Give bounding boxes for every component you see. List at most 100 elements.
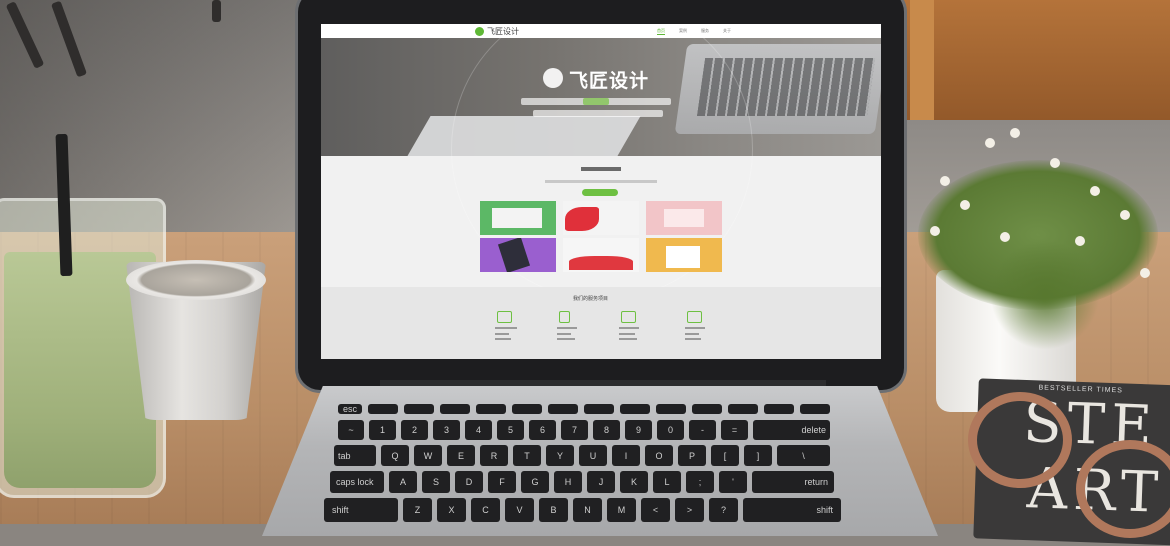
key-8[interactable]: 8 (593, 420, 620, 440)
key-z[interactable]: Z (403, 498, 432, 522)
key[interactable] (440, 404, 470, 414)
key-k[interactable]: K (620, 471, 648, 493)
case-tile[interactable] (563, 201, 639, 235)
key[interactable] (620, 404, 650, 414)
key[interactable] (728, 404, 758, 414)
hero-banner: 飞匠设计 ● ● (321, 24, 881, 300)
key-y[interactable]: Y (546, 445, 574, 466)
case-tile[interactable] (480, 201, 556, 235)
key-t[interactable]: T (513, 445, 541, 466)
key-5[interactable]: 5 (497, 420, 524, 440)
key-4[interactable]: 4 (465, 420, 492, 440)
key-s[interactable]: S (422, 471, 450, 493)
key-i[interactable]: I (612, 445, 640, 466)
key-2[interactable]: 2 (401, 420, 428, 440)
key-w[interactable]: W (414, 445, 442, 466)
flower (1090, 186, 1100, 196)
nav-item-about[interactable]: 关于 (723, 28, 731, 34)
service-text (619, 338, 637, 340)
key-delete[interactable]: delete (753, 420, 830, 440)
service-text (557, 327, 577, 329)
case-tile[interactable] (563, 238, 639, 272)
key-u[interactable]: U (579, 445, 607, 466)
service-text (685, 327, 705, 329)
service-text (685, 333, 699, 335)
key-l[interactable]: L (653, 471, 681, 493)
case-tile-image (492, 208, 542, 228)
key-g[interactable]: G (521, 471, 549, 493)
hero-logo-text: 飞匠设计 (569, 71, 650, 92)
cases-section-subtitle (545, 180, 657, 183)
laptop-screen: 飞匠设计 首页 案例 服务 关于 飞匠设计 ● ● 我们的服务项目 (321, 24, 881, 359)
key[interactable] (764, 404, 794, 414)
key-r[interactable]: R (480, 445, 508, 466)
key-tab[interactable]: tab (334, 445, 376, 466)
case-tile-image (664, 209, 704, 227)
case-tile[interactable] (646, 238, 722, 272)
flower (930, 226, 940, 236)
key[interactable] (800, 404, 830, 414)
key-p[interactable]: P (678, 445, 706, 466)
plant-foliage (990, 240, 1100, 350)
key-3[interactable]: 3 (433, 420, 460, 440)
key-9[interactable]: 9 (625, 420, 652, 440)
key-0[interactable]: 0 (657, 420, 684, 440)
key-caps-lock[interactable]: caps lock (330, 471, 384, 493)
key-c[interactable]: C (471, 498, 500, 522)
key[interactable] (512, 404, 542, 414)
key-shift-left[interactable]: shift (324, 498, 398, 522)
key-slash[interactable]: ? (709, 498, 738, 522)
flower (960, 200, 970, 210)
key-v[interactable]: V (505, 498, 534, 522)
services-section: 我们的服务项目 (321, 287, 881, 359)
case-tile-image (565, 207, 599, 231)
key-shift-right[interactable]: shift (743, 498, 841, 522)
key-q[interactable]: Q (381, 445, 409, 466)
key-equals[interactable]: = (721, 420, 748, 440)
key-period[interactable]: > (675, 498, 704, 522)
case-tile-image (569, 256, 633, 270)
key[interactable] (476, 404, 506, 414)
key[interactable] (584, 404, 614, 414)
key[interactable]: esc (338, 404, 362, 414)
key-bracket-right[interactable]: ] (744, 445, 772, 466)
key-a[interactable]: A (389, 471, 417, 493)
flower (1050, 158, 1060, 168)
nav-item-services[interactable]: 服务 (701, 28, 709, 34)
laptop-keyboard: esc ~ 1 2 3 4 5 6 7 8 9 0 - = delete tab… (324, 404, 860, 534)
key[interactable] (404, 404, 434, 414)
key-semicolon[interactable]: ; (686, 471, 714, 493)
service-text (495, 338, 511, 340)
key-quote[interactable]: ' (719, 471, 747, 493)
key-bracket-left[interactable]: [ (711, 445, 739, 466)
key-minus[interactable]: - (689, 420, 716, 440)
key-return[interactable]: return (752, 471, 834, 493)
key-n[interactable]: N (573, 498, 602, 522)
key[interactable] (656, 404, 686, 414)
cup-rim (126, 260, 266, 300)
cases-section-title (581, 167, 621, 171)
service-text (685, 338, 701, 340)
key[interactable] (548, 404, 578, 414)
key[interactable] (692, 404, 722, 414)
view-more-button[interactable] (582, 189, 618, 196)
key-j[interactable]: J (587, 471, 615, 493)
key-h[interactable]: H (554, 471, 582, 493)
key[interactable] (368, 404, 398, 414)
key-o[interactable]: O (645, 445, 673, 466)
key-backslash[interactable]: \ (777, 445, 830, 466)
key-e[interactable]: E (447, 445, 475, 466)
key-d[interactable]: D (455, 471, 483, 493)
key-x[interactable]: X (437, 498, 466, 522)
key-tilde[interactable]: ~ (338, 420, 364, 440)
case-tile[interactable] (646, 201, 722, 235)
key-1[interactable]: 1 (369, 420, 396, 440)
key-6[interactable]: 6 (529, 420, 556, 440)
key-comma[interactable]: < (641, 498, 670, 522)
case-tile[interactable] (480, 238, 556, 272)
key-b[interactable]: B (539, 498, 568, 522)
key-m[interactable]: M (607, 498, 636, 522)
services-section-title: 我们的服务项目 (573, 296, 609, 302)
key-f[interactable]: F (488, 471, 516, 493)
key-7[interactable]: 7 (561, 420, 588, 440)
